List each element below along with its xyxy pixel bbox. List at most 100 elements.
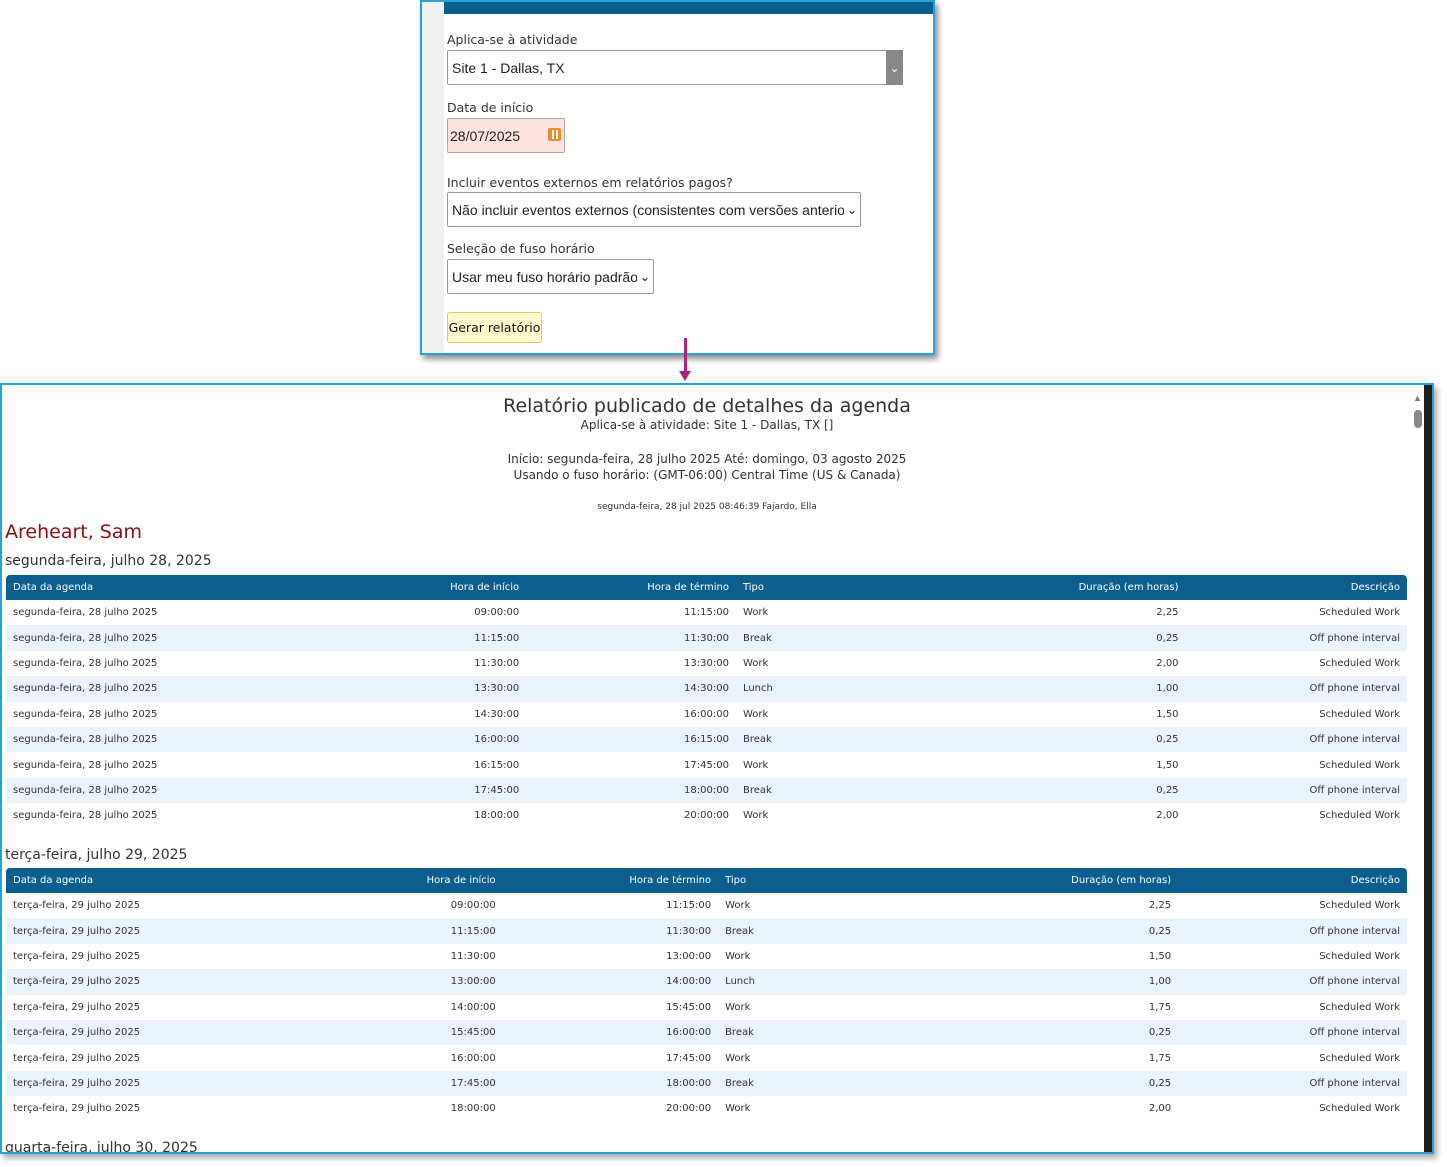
table-row: terça-feira, 29 julho 2025 15:45:00 16:00:… xyxy=(6,1019,1407,1046)
col-date: terça-feira, 29 julho 2025 xyxy=(13,950,141,962)
table-row: terça-feira, 29 julho 2025 14:00:00 15:45:… xyxy=(6,995,1407,1020)
col-type: Work xyxy=(742,759,769,771)
table-row: segunda-feira, 28 julho 2025 14:30:00 16:0… xyxy=(6,702,1407,727)
table-row: segunda-feira, 28 julho 2025 16:15:00 17:4… xyxy=(6,752,1407,777)
col-end-time: 16:00:00 xyxy=(684,708,729,720)
col-type: Break xyxy=(742,784,772,796)
col-date: segunda-feira, 28 julho 2025 xyxy=(13,632,158,644)
col-type: Break xyxy=(725,925,754,937)
table-row: segunda-feira, 28 julho 2025 09:00:00 11:1… xyxy=(6,600,1407,625)
generate-report-button[interactable]: Gerar relatório xyxy=(447,312,542,343)
col-description: Scheduled Work xyxy=(1319,1103,1400,1115)
col-date: segunda-feira, 28 julho 2025 xyxy=(13,683,158,695)
report-applies-to: Aplica-se à atividade: Site 1 - Dallas, … xyxy=(580,418,834,432)
day-heading: segunda-feira, julho 28, 2025 xyxy=(5,553,212,569)
table-row: terça-feira, 29 julho 2025 11:15:00 11:30:… xyxy=(6,918,1407,944)
col-start-time: 18:00:00 xyxy=(450,1103,496,1115)
col-end-time: 14:30:00 xyxy=(684,683,729,695)
report-generated-info: segunda-feira, 28 jul 2025 08:46:39 Faja… xyxy=(597,502,817,512)
activity-label: Aplica-se à atividade xyxy=(447,32,578,47)
col-date: terça-feira, 29 julho 2025 xyxy=(13,1027,141,1039)
table-header-row: Data da agenda Hora de início Hora de térm… xyxy=(6,575,1407,600)
col-type: Work xyxy=(742,607,769,619)
col-description: Off phone interval xyxy=(1309,632,1400,644)
col-end-time-header: Hora de término xyxy=(647,582,729,593)
scrollbar-thumb[interactable] xyxy=(1414,410,1422,428)
external-events-select[interactable]: Não incluir eventos externos (consistent… xyxy=(447,192,861,227)
col-date: segunda-feira, 28 julho 2025 xyxy=(13,607,158,619)
col-duration: 1,00 xyxy=(1156,683,1179,695)
col-description: Off phone interval xyxy=(1309,1027,1400,1039)
col-type: Break xyxy=(742,632,772,644)
col-description-header: Descrição xyxy=(1350,875,1400,886)
col-duration: 2,25 xyxy=(1148,900,1172,912)
col-duration: 0,25 xyxy=(1148,1027,1172,1039)
col-duration: 2,00 xyxy=(1156,810,1179,822)
col-end-time: 13:30:00 xyxy=(684,657,729,669)
chevron-down-icon: ⌄ xyxy=(846,201,858,217)
col-start-time: 17:45:00 xyxy=(450,1077,496,1089)
col-description: Scheduled Work xyxy=(1319,759,1400,771)
col-start-time: 14:30:00 xyxy=(474,708,520,720)
col-description-header: Descrição xyxy=(1350,582,1400,593)
activity-select[interactable]: Site 1 - Dallas, TX ⌄ xyxy=(447,50,903,85)
report-scrollbar[interactable]: ▲ xyxy=(1410,385,1432,1152)
col-end-time: 18:00:00 xyxy=(666,1077,712,1089)
down-arrow-icon xyxy=(684,338,687,374)
col-date: terça-feira, 29 julho 2025 xyxy=(13,1103,141,1115)
col-duration: 1,50 xyxy=(1148,950,1172,962)
employee-name: Areheart, Sam xyxy=(5,521,143,543)
col-description: Scheduled Work xyxy=(1319,1052,1400,1064)
col-date-header: Data da agenda xyxy=(13,582,94,593)
table-row: segunda-feira, 28 julho 2025 17:45:00 18:0… xyxy=(6,777,1407,804)
col-type: Work xyxy=(725,1103,751,1115)
col-date: segunda-feira, 28 julho 2025 xyxy=(13,784,158,796)
col-duration: 1,50 xyxy=(1156,708,1179,720)
report-options-panel: Aplica-se à atividade Site 1 - Dallas, T… xyxy=(420,0,935,355)
col-type-header: Tipo xyxy=(742,582,764,593)
col-description: Off phone interval xyxy=(1309,925,1400,937)
report-viewer: Relatório publicado de detalhes da agend… xyxy=(0,383,1434,1154)
col-end-time: 20:00:00 xyxy=(666,1103,712,1115)
col-type: Lunch xyxy=(725,976,755,988)
col-start-time: 18:00:00 xyxy=(474,810,520,822)
table-row: terça-feira, 29 julho 2025 16:00:00 17:45:… xyxy=(6,1045,1407,1070)
col-type: Work xyxy=(725,900,751,912)
col-end-time: 18:00:00 xyxy=(684,784,729,796)
col-start-time: 16:00:00 xyxy=(474,734,520,746)
report-date-range: Início: segunda-feira, 28 julho 2025 Até… xyxy=(507,452,907,466)
col-description: Scheduled Work xyxy=(1319,810,1400,822)
activity-select-value: Site 1 - Dallas, TX xyxy=(452,59,565,76)
col-date: segunda-feira, 28 julho 2025 xyxy=(13,810,158,822)
col-duration-header: Duração (em horas) xyxy=(1078,582,1179,593)
col-duration: 1,00 xyxy=(1148,976,1172,988)
col-start-time: 11:30:00 xyxy=(474,657,520,669)
col-date-header: Data da agenda xyxy=(13,875,94,886)
col-description: Off phone interval xyxy=(1309,1077,1400,1089)
scroll-up-icon[interactable]: ▲ xyxy=(1413,393,1422,403)
col-end-time: 11:30:00 xyxy=(684,632,729,644)
col-description: Off phone interval xyxy=(1309,734,1400,746)
col-duration: 2,00 xyxy=(1156,657,1179,669)
col-description: Scheduled Work xyxy=(1319,607,1400,619)
col-start-time-header: Hora de início xyxy=(450,582,520,593)
col-description: Off phone interval xyxy=(1309,976,1400,988)
col-duration: 0,25 xyxy=(1156,784,1179,796)
start-date-input[interactable]: 28/07/2025 xyxy=(447,118,565,153)
col-duration: 0,25 xyxy=(1148,1077,1172,1089)
calendar-icon[interactable] xyxy=(548,128,561,141)
col-description: Scheduled Work xyxy=(1319,950,1400,962)
chevron-down-icon[interactable]: ⌄ xyxy=(886,50,903,85)
col-duration: 0,25 xyxy=(1156,632,1179,644)
col-description: Scheduled Work xyxy=(1319,900,1400,912)
scrollbar-edge xyxy=(1424,385,1432,1152)
table-row: segunda-feira, 28 julho 2025 16:00:00 16:1… xyxy=(6,726,1407,753)
chevron-down-icon: ⌄ xyxy=(639,268,651,284)
table-row: segunda-feira, 28 julho 2025 11:15:00 11:3… xyxy=(6,625,1407,651)
col-date: terça-feira, 29 julho 2025 xyxy=(13,1052,141,1064)
timezone-select[interactable]: Usar meu fuso horário padrão ⌄ xyxy=(447,259,654,294)
arrow-head xyxy=(679,371,691,381)
report-timezone: Usando o fuso horário: (GMT-06:00) Centr… xyxy=(513,468,901,482)
start-date-label: Data de início xyxy=(447,100,534,115)
col-type: Break xyxy=(725,1077,754,1089)
